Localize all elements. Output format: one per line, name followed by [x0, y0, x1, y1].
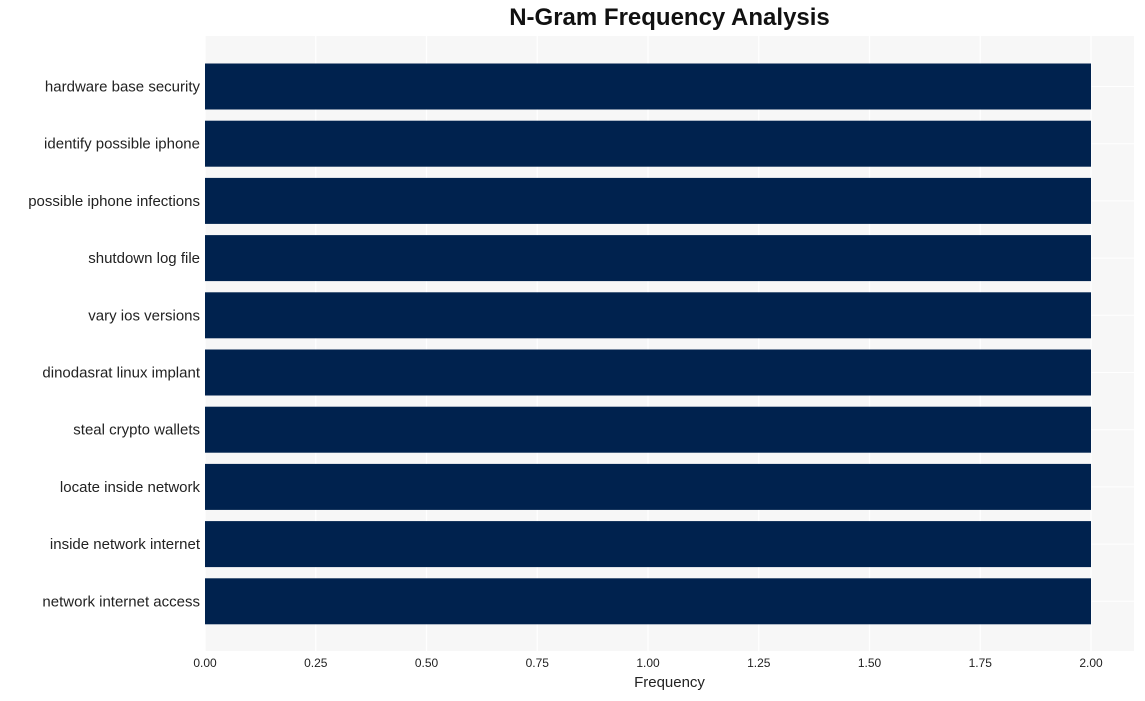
x-tick-label: 0.75 — [526, 656, 550, 670]
bar-chart: hardware base security identify possible … — [28, 36, 1134, 670]
bar — [205, 120, 1091, 167]
category-label: dinodasrat linux implant — [42, 365, 200, 382]
x-tick-label: 2.00 — [1079, 656, 1103, 670]
x-tick-label: 1.75 — [969, 656, 993, 670]
bar — [205, 177, 1091, 224]
bar — [205, 406, 1091, 453]
category-label: hardware base security — [45, 79, 201, 96]
bar — [205, 578, 1091, 625]
category-label: identify possible iphone — [44, 136, 200, 153]
bar — [205, 349, 1091, 396]
category-label: inside network internet — [50, 536, 201, 553]
category-label: locate inside network — [60, 479, 201, 496]
bar — [205, 63, 1091, 110]
x-tick-label: 1.50 — [858, 656, 882, 670]
x-tick-label: 0.25 — [304, 656, 328, 670]
category-label: shutdown log file — [88, 250, 200, 267]
x-tick-label: 0.00 — [193, 656, 217, 670]
bar — [205, 292, 1091, 339]
category-label: network internet access — [42, 593, 200, 610]
category-label: vary ios versions — [88, 307, 200, 324]
x-tick-label: 1.00 — [636, 656, 660, 670]
category-label: possible iphone infections — [28, 193, 200, 210]
bar — [205, 463, 1091, 510]
x-tick-label: 0.50 — [415, 656, 439, 670]
x-axis-label: Frequency — [634, 674, 705, 691]
category-label: steal crypto wallets — [73, 422, 200, 439]
bar — [205, 235, 1091, 282]
bar — [205, 521, 1091, 568]
x-tick-label: 1.25 — [747, 656, 771, 670]
